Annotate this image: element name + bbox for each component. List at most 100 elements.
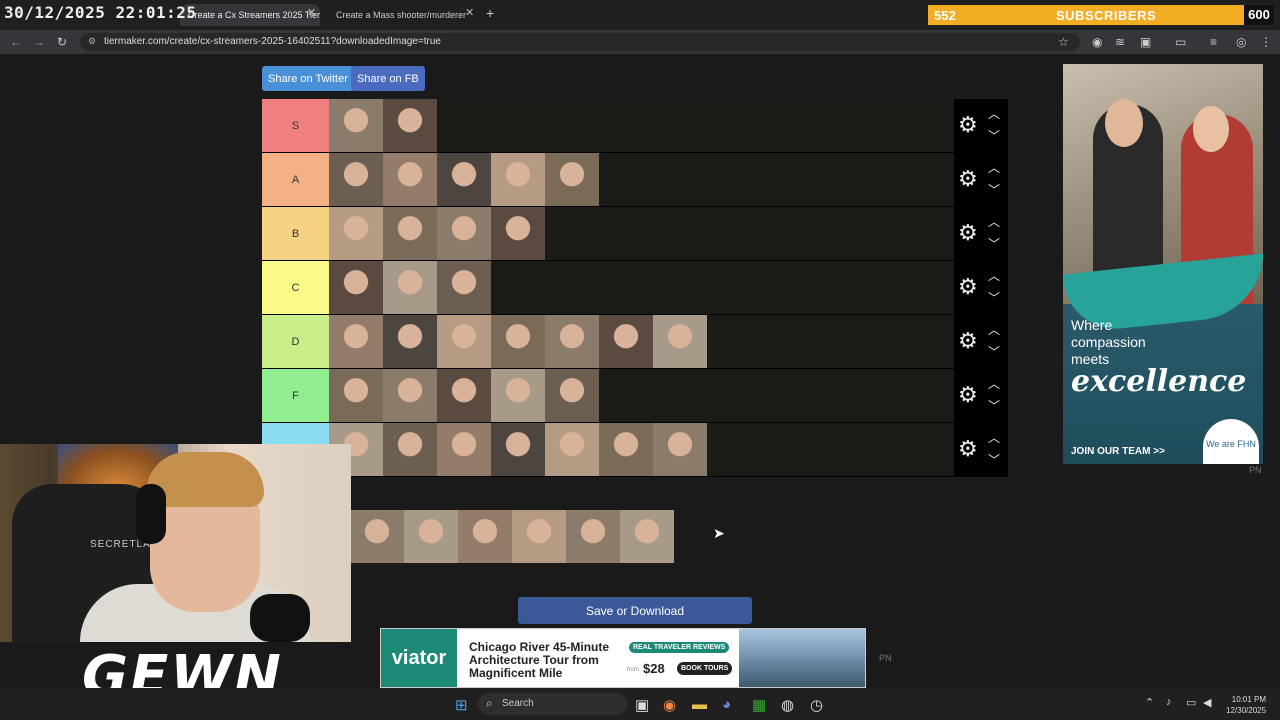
streamer-thumbnail[interactable] [383, 369, 437, 422]
tier-label[interactable]: S [262, 99, 329, 152]
ad-fhn[interactable]: Where compassion meets excellence JOIN O… [1063, 64, 1263, 464]
streamer-thumbnail[interactable] [329, 207, 383, 260]
streamer-thumbnail[interactable] [329, 369, 383, 422]
tab-mass-shooter[interactable]: Create a Mass shooter/murderer [328, 4, 478, 26]
chrome-icon[interactable]: ◉ [663, 696, 676, 714]
streamer-thumbnail[interactable] [599, 423, 653, 476]
streamer-thumbnail[interactable] [437, 423, 491, 476]
streamer-thumbnail[interactable] [545, 315, 599, 368]
new-tab-icon[interactable]: + [486, 5, 494, 21]
bookmark-star-icon[interactable]: ☆ [1058, 35, 1069, 49]
streamer-thumbnail[interactable] [512, 510, 566, 563]
streamer-thumbnail[interactable] [653, 315, 707, 368]
extensions-puzzle-icon[interactable]: ▣ [1140, 35, 1151, 49]
streamer-thumbnail[interactable] [545, 369, 599, 422]
streamer-thumbnail[interactable] [383, 261, 437, 314]
close-icon[interactable]: ✕ [465, 6, 474, 19]
streamer-thumbnail[interactable] [491, 423, 545, 476]
system-clock[interactable]: 10:01 PM 12/30/2025 [1226, 694, 1266, 716]
streamer-thumbnail[interactable] [383, 153, 437, 206]
chevron-up-icon[interactable]: ︿ [988, 429, 1000, 446]
streamer-thumbnail[interactable] [329, 315, 383, 368]
taskbar-search[interactable]: ⌕ Search [478, 693, 628, 715]
streamer-thumbnail[interactable] [491, 207, 545, 260]
streamer-thumbnail[interactable] [329, 261, 383, 314]
book-tours-button[interactable]: BOOK TOURS [677, 662, 733, 675]
streamer-thumbnail[interactable] [437, 153, 491, 206]
streamer-thumbnail[interactable] [437, 207, 491, 260]
chevron-up-icon[interactable]: ︿ [988, 267, 1000, 284]
gear-icon[interactable]: ⚙ [958, 328, 978, 354]
chevron-down-icon[interactable]: ﹀ [988, 397, 1000, 414]
share-twitter-button[interactable]: Share on Twitter [262, 66, 354, 91]
microphone-icon[interactable]: ♪ [1166, 696, 1172, 708]
streamer-thumbnail[interactable] [545, 153, 599, 206]
streamer-thumbnail[interactable] [458, 510, 512, 563]
gear-icon[interactable]: ⚙ [958, 382, 978, 408]
tier-label[interactable]: D [262, 315, 329, 368]
profile-icon[interactable]: ◎ [1236, 35, 1246, 49]
streamer-thumbnail[interactable] [491, 153, 545, 206]
gear-icon[interactable]: ⚙ [958, 166, 978, 192]
volume-icon[interactable]: ◀ [1203, 696, 1211, 709]
gear-icon[interactable]: ⚙ [958, 436, 978, 462]
tier-label[interactable]: F [262, 369, 329, 422]
streamer-thumbnail[interactable] [437, 315, 491, 368]
chevron-down-icon[interactable]: ﹀ [988, 451, 1000, 468]
tier-label[interactable]: B [262, 207, 329, 260]
ad-cta[interactable]: JOIN OUR TEAM >> [1071, 446, 1165, 457]
discord-icon[interactable]: ◕ [722, 696, 731, 713]
streamer-thumbnail[interactable] [383, 423, 437, 476]
chevron-up-icon[interactable]: ︿ [988, 159, 1000, 176]
close-icon[interactable]: ✕ [307, 6, 316, 19]
chevron-down-icon[interactable]: ﹀ [988, 289, 1000, 306]
reload-icon[interactable]: ↻ [57, 35, 67, 49]
streamer-thumbnail[interactable] [437, 369, 491, 422]
streamer-thumbnail[interactable] [383, 99, 437, 152]
windows-start-icon[interactable]: ⊞ [455, 696, 468, 714]
streamer-thumbnail[interactable] [545, 423, 599, 476]
split-view-icon[interactable]: ▭ [1175, 35, 1186, 49]
gear-icon[interactable]: ⚙ [958, 112, 978, 138]
streamer-thumbnail[interactable] [437, 261, 491, 314]
streamer-thumbnail[interactable] [383, 315, 437, 368]
forward-icon[interactable]: → [33, 35, 45, 49]
chevron-up-icon[interactable]: ︿ [988, 213, 1000, 230]
network-icon[interactable]: ▭ [1186, 696, 1196, 709]
obs-icon[interactable]: ◍ [781, 696, 794, 714]
tier-label[interactable]: A [262, 153, 329, 206]
streamer-thumbnail[interactable] [491, 369, 545, 422]
chevron-up-icon[interactable]: ︿ [988, 375, 1000, 392]
gear-icon[interactable]: ⚙ [958, 274, 978, 300]
chevron-down-icon[interactable]: ﹀ [988, 235, 1000, 252]
task-view-icon[interactable]: ▣ [635, 696, 649, 714]
tier-label[interactable]: C [262, 261, 329, 314]
share-fb-button[interactable]: Share on FB [351, 66, 425, 91]
extension-icon[interactable]: ≋ [1115, 35, 1125, 49]
back-icon[interactable]: ← [10, 35, 22, 49]
clock-app-icon[interactable]: ◷ [810, 696, 823, 714]
excel-icon[interactable]: ▦ [752, 696, 766, 714]
file-explorer-icon[interactable]: ▬ [692, 696, 707, 713]
site-info-icon[interactable]: ⚙ [88, 36, 96, 47]
chevron-down-icon[interactable]: ﹀ [988, 343, 1000, 360]
extension-icon[interactable]: ◉ [1092, 35, 1102, 49]
media-icon[interactable]: ≡ [1210, 35, 1217, 49]
streamer-thumbnail[interactable] [329, 153, 383, 206]
streamer-thumbnail[interactable] [350, 510, 404, 563]
streamer-thumbnail[interactable] [620, 510, 674, 563]
chevron-down-icon[interactable]: ﹀ [988, 127, 1000, 144]
ad-viator[interactable]: viator Chicago River 45-Minute Architect… [380, 628, 866, 688]
gear-icon[interactable]: ⚙ [958, 220, 978, 246]
tab-cx-streamers[interactable]: Create a Cx Streamers 2025 Tier [180, 4, 320, 26]
url-field[interactable]: ⚙ tiermaker.com/create/cx-streamers-2025… [80, 33, 1080, 51]
tray-chevron-icon[interactable]: ⌃ [1145, 696, 1154, 709]
streamer-thumbnail[interactable] [566, 510, 620, 563]
streamer-thumbnail[interactable] [329, 99, 383, 152]
chevron-up-icon[interactable]: ︿ [988, 105, 1000, 122]
streamer-thumbnail[interactable] [383, 207, 437, 260]
streamer-thumbnail[interactable] [599, 315, 653, 368]
save-download-button[interactable]: Save or Download [518, 597, 752, 624]
streamer-thumbnail[interactable] [653, 423, 707, 476]
streamer-thumbnail[interactable] [491, 315, 545, 368]
